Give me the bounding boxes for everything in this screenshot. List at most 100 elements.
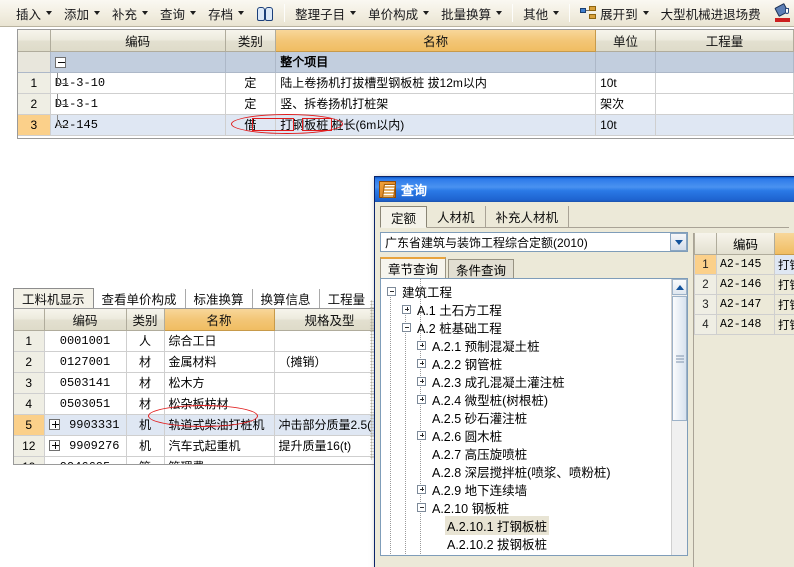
subtab-condition-query[interactable]: 条件查询 (448, 259, 515, 278)
bottom-col-name[interactable]: 名称 (164, 309, 275, 331)
table-row[interactable]: 4 0503051 材 松杂板枋材 (14, 393, 383, 415)
main-estimate-grid[interactable]: 编码 类别 名称 单位 工程量 整个项目 1 D1-3-10 定 陆上卷扬机打拔… (17, 29, 794, 139)
results-col-rownum[interactable] (694, 233, 717, 255)
row-name[interactable]: 综合工日 (164, 330, 275, 352)
bottom-col-spec[interactable]: 规格及型 (274, 309, 383, 331)
chevron-down-icon[interactable] (350, 11, 357, 15)
row-name[interactable]: 金属材料 (164, 351, 275, 373)
expand-plus-icon[interactable] (417, 430, 426, 440)
row-name[interactable]: 松木方 (164, 372, 275, 394)
row-code[interactable]: A2-148 (716, 314, 775, 335)
row-name[interactable]: 打钢 (774, 314, 794, 335)
table-row[interactable]: 19 9946605 管 管理费 (14, 456, 383, 464)
bottom-col-code[interactable]: 编码 (44, 309, 127, 331)
row-quantity[interactable] (655, 114, 794, 136)
row-name[interactable]: 打钢 (774, 254, 794, 275)
chevron-down-icon[interactable] (423, 11, 430, 15)
row-spec[interactable] (274, 456, 383, 464)
row-code[interactable]: 0001001 (44, 330, 127, 352)
row-code[interactable]: 9903331 (44, 414, 127, 436)
tree-scrollbar[interactable] (671, 279, 687, 555)
tab-quota[interactable]: 定额 (380, 206, 428, 228)
expand-plus-icon[interactable] (402, 304, 411, 314)
tab-standard-conversion[interactable]: 标准换算 (186, 289, 253, 308)
tree-node[interactable]: A.2.1 预制混凝土桩 (387, 336, 687, 354)
collapse-minus-icon[interactable] (417, 502, 426, 512)
tree-node[interactable]: A.2.2 钢管桩 (387, 354, 687, 372)
row-name[interactable]: 轨道式柴油打桩机 (164, 414, 275, 436)
expand-plus-icon[interactable] (417, 484, 426, 494)
expand-plus-icon[interactable] (417, 358, 426, 368)
row-category[interactable]: 借 (225, 114, 277, 136)
main-col-name[interactable]: 名称 (275, 30, 597, 52)
row-category[interactable]: 材 (126, 351, 165, 373)
row-category[interactable]: 材 (126, 372, 165, 394)
tree-node[interactable]: 建筑工程 (387, 282, 687, 300)
tree-node[interactable]: A.2.9 地下连续墙 (387, 480, 687, 498)
row-category[interactable]: 定 (225, 93, 277, 115)
tree-node[interactable]: A.2.8 深层搅拌桩(喷浆、喷粉桩) (387, 462, 687, 480)
row-code[interactable]: D1-3-10 (50, 72, 226, 94)
toolbar-other[interactable]: 其他 (518, 3, 564, 24)
row-unit[interactable]: 10t (595, 114, 656, 136)
row-unit[interactable]: 10t (595, 72, 656, 94)
tree-node[interactable]: A.2.10.3 安拆导向夹具 (387, 552, 687, 555)
row-code[interactable]: A2-147 (716, 294, 775, 315)
row-spec[interactable] (274, 372, 383, 394)
tree-node[interactable]: A.2.5 砂石灌注桩 (387, 408, 687, 426)
tree-node[interactable]: A.2.10.2 拔钢板桩 (387, 534, 687, 552)
chevron-down-icon[interactable] (142, 11, 149, 15)
expand-plus-icon[interactable] (417, 376, 426, 386)
chevron-down-icon[interactable] (190, 11, 197, 15)
toolbar-fill-color[interactable] (768, 3, 794, 24)
table-row[interactable]: 1 A2-145 打钢 (694, 254, 794, 275)
tree-node[interactable]: A.2.10 钢板桩 (387, 498, 687, 516)
chevron-down-icon[interactable] (670, 233, 687, 251)
subtab-chapter-query[interactable]: 章节查询 (380, 257, 447, 278)
scrollbar-thumb[interactable] (672, 296, 687, 421)
tree-node[interactable]: A.2.7 高压旋喷桩 (387, 444, 687, 462)
table-row[interactable]: 2 0127001 材 金属材料 （摊销） (14, 351, 383, 373)
expand-plus-icon[interactable] (417, 394, 426, 404)
tab-material-machine-display[interactable]: 工料机显示 (13, 288, 94, 308)
row-spec[interactable]: （摊销） (274, 351, 383, 373)
table-row[interactable]: 整个项目 (18, 51, 794, 73)
row-code[interactable]: A2-145 (50, 114, 226, 136)
main-col-code[interactable]: 编码 (50, 30, 226, 52)
results-col-code[interactable]: 编码 (716, 233, 775, 255)
bottom-col-category[interactable]: 类别 (126, 309, 165, 331)
collapse-minus-icon[interactable] (387, 286, 396, 296)
row-quantity[interactable] (655, 72, 794, 94)
table-row[interactable]: 2 D1-3-1 定 竖、拆卷扬机打桩架 架次 (18, 93, 794, 115)
chevron-down-icon[interactable] (238, 11, 245, 15)
row-name[interactable]: 陆上卷扬机打拔槽型钢板桩 拔12m以内 (275, 72, 597, 94)
tree-node[interactable]: A.2.4 微型桩(树根桩) (387, 390, 687, 408)
tree-node[interactable]: A.2.3 成孔混凝土灌注桩 (387, 372, 687, 390)
row-code[interactable]: 9946605 (44, 456, 127, 464)
expand-plus-icon[interactable] (48, 439, 60, 451)
tab-labor-material-machine[interactable]: 人材机 (427, 206, 486, 227)
collapse-minus-icon[interactable] (54, 56, 66, 68)
table-row[interactable]: 2 A2-146 打钢 (694, 274, 794, 295)
table-row[interactable]: 1 D1-3-10 定 陆上卷扬机打拔槽型钢板桩 拔12m以内 10t (18, 72, 794, 94)
row-code[interactable]: D1-3-1 (50, 93, 226, 115)
chevron-down-icon[interactable] (46, 11, 53, 15)
row-category[interactable]: 定 (225, 72, 277, 94)
row-category[interactable]: 材 (126, 393, 165, 415)
row-code[interactable]: A2-145 (716, 254, 775, 275)
tree-node-selected[interactable]: A.2.10.1 打钢板桩 (387, 515, 687, 535)
toolbar-supplement[interactable]: 补充 (107, 3, 153, 24)
row-spec[interactable] (274, 393, 383, 415)
row-category[interactable]: 人 (126, 330, 165, 352)
collapse-minus-icon[interactable] (402, 322, 411, 332)
toolbar-organize-subitems[interactable]: 整理子目 (290, 3, 361, 24)
row-name[interactable]: 松杂板枋材 (164, 393, 275, 415)
row-name[interactable]: 汽车式起重机 (164, 435, 275, 457)
quota-library-select[interactable]: 广东省建筑与装饰工程综合定额(2010) (380, 232, 688, 252)
toolbar-expand-to[interactable]: 展开到 (575, 3, 654, 24)
row-name[interactable]: 打钢板桩 桩长(6m以内) (275, 114, 597, 136)
tab-supplement-lmm[interactable]: 补充人材机 (486, 206, 570, 227)
chevron-down-icon[interactable] (496, 11, 503, 15)
expand-plus-icon[interactable] (417, 340, 426, 350)
results-col-name[interactable] (774, 233, 794, 255)
